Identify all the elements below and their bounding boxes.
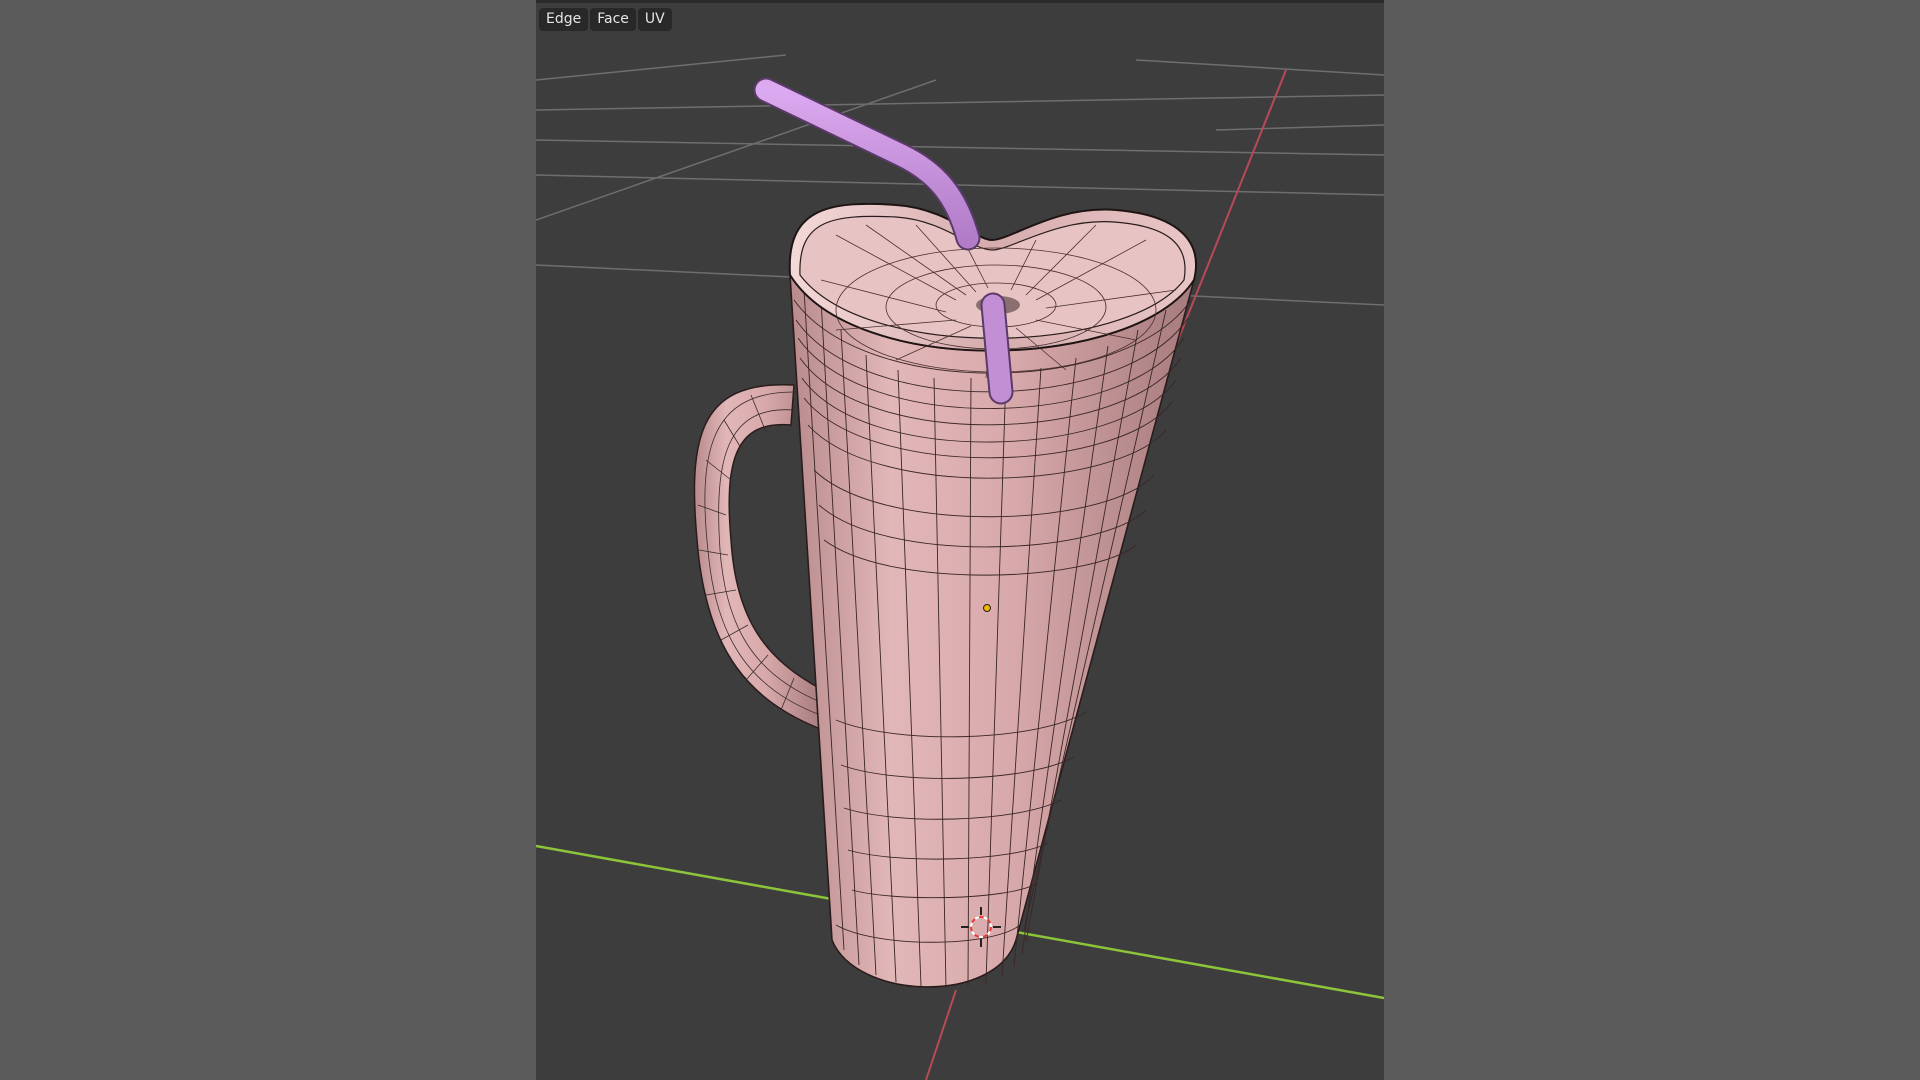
viewport-menu-bar: Edge Face UV — [539, 8, 672, 31]
viewport-scene — [536, 54, 1384, 1080]
menu-face[interactable]: Face — [590, 8, 636, 31]
x-axis-line-lower — [925, 989, 957, 1080]
editor-window: Edge Face UV — [0, 0, 1920, 1080]
viewport-header-edge — [536, 0, 1384, 3]
menu-uv[interactable]: UV — [637, 8, 672, 31]
object-origin-icon — [983, 604, 991, 612]
3d-viewport[interactable]: Edge Face UV — [536, 0, 1384, 1080]
menu-edge[interactable]: Edge — [539, 8, 589, 31]
